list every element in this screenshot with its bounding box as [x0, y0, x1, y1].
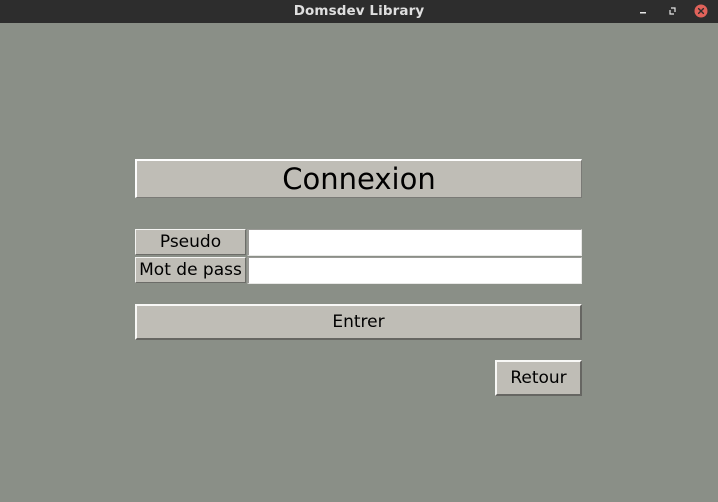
login-form: Connexion Pseudo Mot de pass Entrer Reto…: [0, 23, 718, 502]
back-button[interactable]: Retour: [495, 360, 582, 396]
minimize-icon[interactable]: [636, 4, 650, 18]
close-icon[interactable]: [694, 4, 708, 18]
submit-button[interactable]: Entrer: [135, 304, 582, 340]
maximize-icon[interactable]: [666, 4, 680, 18]
window-title: Domsdev Library: [293, 3, 425, 19]
username-label: Pseudo: [135, 229, 246, 255]
password-label: Mot de pass: [135, 257, 246, 283]
window-titlebar[interactable]: Domsdev Library: [0, 0, 718, 23]
password-field[interactable]: [247, 257, 582, 284]
page-title: Connexion: [135, 159, 582, 198]
username-field[interactable]: [247, 229, 582, 256]
